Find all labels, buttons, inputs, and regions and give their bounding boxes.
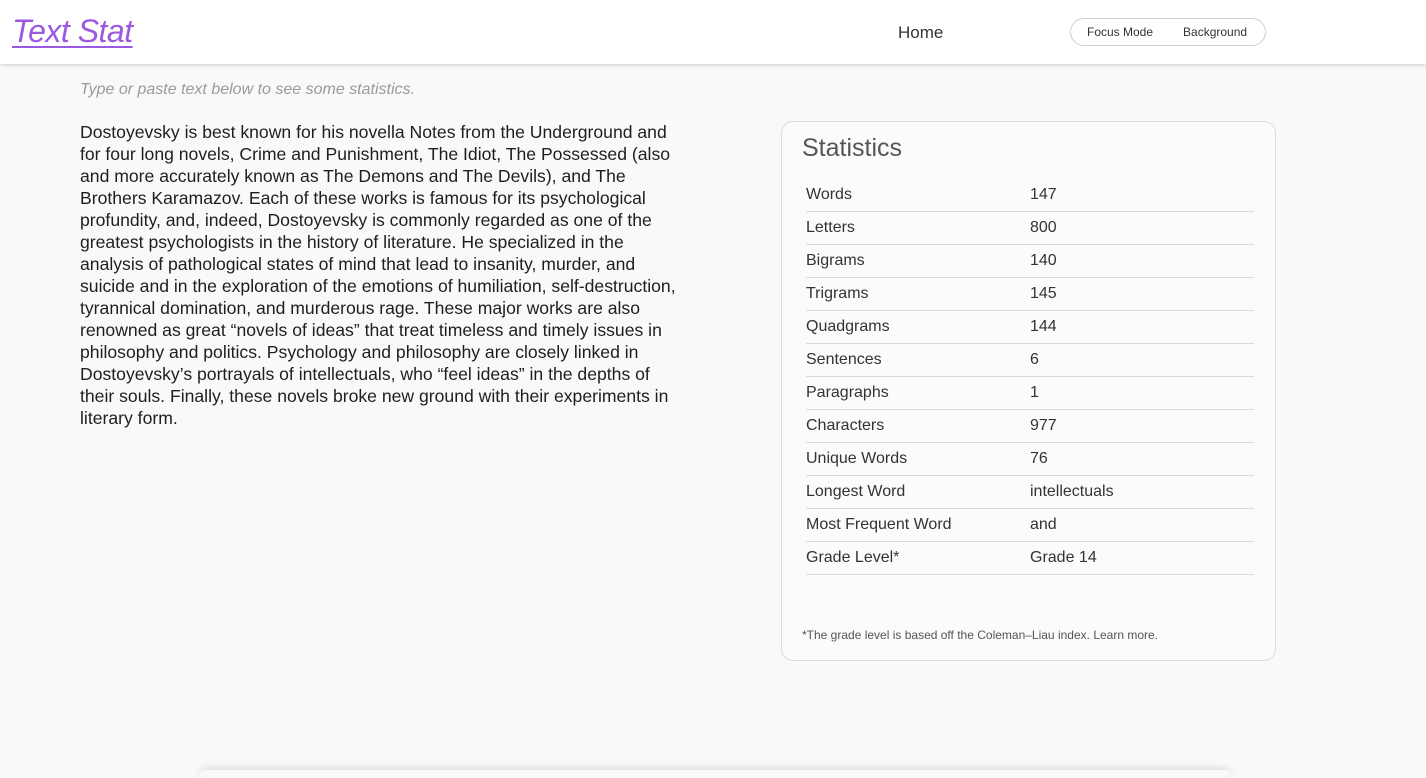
stat-value: 145 <box>1030 277 1254 311</box>
stats-row: Letters 800 <box>806 211 1254 245</box>
background-button[interactable]: Background <box>1183 25 1247 39</box>
learn-more-link[interactable]: Learn more. <box>1093 628 1158 642</box>
stats-row: Characters 977 <box>806 409 1254 443</box>
stat-value: 147 <box>1030 179 1254 212</box>
stat-label: Trigrams <box>806 277 1030 311</box>
stat-label: Quadgrams <box>806 310 1030 344</box>
footnote-text: *The grade level is based off the Colema… <box>802 628 1090 642</box>
stats-row: Words 147 <box>806 179 1254 212</box>
stats-row: Most Frequent Word and <box>806 508 1254 542</box>
stats-row: Paragraphs 1 <box>806 376 1254 410</box>
statistics-panel: Statistics Words 147 Letters 800 Bigrams 140 T… <box>781 121 1276 661</box>
stat-value: 1 <box>1030 376 1254 410</box>
stat-label: Characters <box>806 409 1030 443</box>
stat-label: Bigrams <box>806 244 1030 278</box>
stats-row: Longest Word intellectuals <box>806 475 1254 509</box>
stat-value: 6 <box>1030 343 1254 377</box>
focus-mode-button[interactable]: Focus Mode <box>1087 25 1153 39</box>
input-hint: Type or paste text below to see some sta… <box>80 81 415 98</box>
stat-value: 800 <box>1030 211 1254 245</box>
stats-row: Bigrams 140 <box>806 244 1254 278</box>
brand-logo-link[interactable]: Text Stat <box>12 13 133 50</box>
stat-value: Grade 14 <box>1030 541 1254 575</box>
stat-label: Longest Word <box>806 475 1030 509</box>
stat-label: Letters <box>806 211 1030 245</box>
top-navbar: Text Stat Home Focus Mode Background <box>0 0 1426 64</box>
stat-value: 140 <box>1030 244 1254 278</box>
stat-value: 76 <box>1030 442 1254 476</box>
stat-value: 977 <box>1030 409 1254 443</box>
stat-label: Grade Level* <box>806 541 1030 575</box>
stats-row: Sentences 6 <box>806 343 1254 377</box>
stat-value: 144 <box>1030 310 1254 344</box>
stat-label: Paragraphs <box>806 376 1030 410</box>
stat-label: Sentences <box>806 343 1030 377</box>
statistics-table: Words 147 Letters 800 Bigrams 140 Trigrams 145 Q… <box>806 179 1254 575</box>
stat-label: Unique Words <box>806 442 1030 476</box>
bottom-edge-shadow <box>200 770 1230 778</box>
stats-row: Unique Words 76 <box>806 442 1254 476</box>
stats-row: Grade Level* Grade 14 <box>806 541 1254 575</box>
stats-row: Trigrams 145 <box>806 277 1254 311</box>
nav-home-link[interactable]: Home <box>898 23 943 43</box>
stat-value: intellectuals <box>1030 475 1254 509</box>
grade-level-footnote: *The grade level is based off the Colema… <box>802 628 1158 642</box>
statistics-title: Statistics <box>802 134 903 162</box>
stat-label: Words <box>806 179 1030 212</box>
view-options-group: Focus Mode Background <box>1070 18 1266 46</box>
stat-value: and <box>1030 508 1254 542</box>
text-input-area[interactable]: Dostoyevsky is best known for his novell… <box>80 121 680 429</box>
stat-label: Most Frequent Word <box>806 508 1030 542</box>
stats-row: Quadgrams 144 <box>806 310 1254 344</box>
